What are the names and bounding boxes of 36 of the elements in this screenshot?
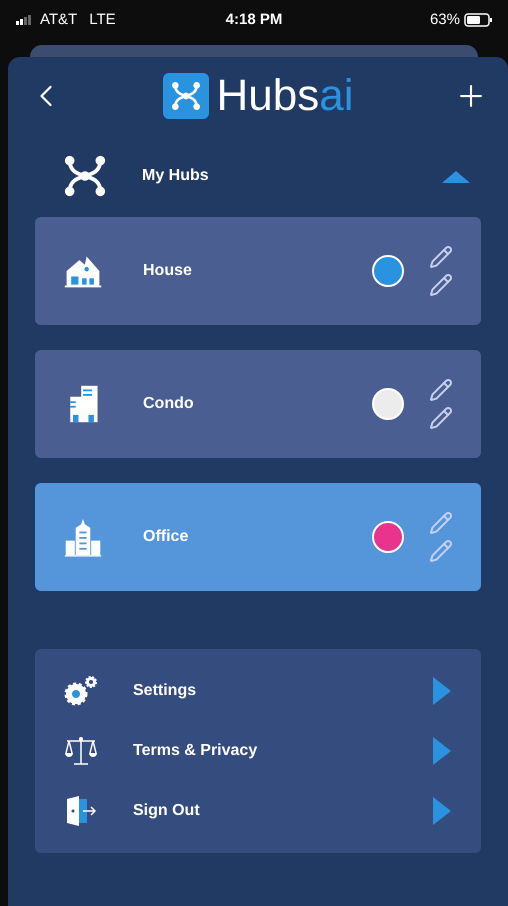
hub-card[interactable]: Condo	[35, 350, 481, 458]
pencil-icon	[429, 273, 453, 297]
clock-time: 4:18 PM	[226, 10, 282, 30]
menu-item[interactable]: Sign Out	[35, 781, 481, 841]
battery-percent: 63%	[430, 10, 460, 30]
collapse-toggle[interactable]	[442, 168, 470, 184]
hub-name: Condo	[143, 394, 195, 414]
menu-item[interactable]: Terms & Privacy	[35, 721, 481, 781]
logo-wordmark: Hubsai	[216, 74, 354, 118]
edit-button[interactable]	[429, 406, 453, 430]
scales-icon	[63, 735, 99, 767]
hub-name: Office	[143, 527, 190, 547]
hub-nodes-drawing	[170, 81, 202, 111]
edit-button[interactable]	[429, 273, 453, 297]
pencil-icon	[429, 245, 453, 269]
section-title: My Hubs	[142, 166, 210, 186]
edit-button[interactable]	[429, 378, 453, 402]
pencil-icon	[429, 511, 453, 535]
arrow-right-icon	[433, 677, 451, 705]
carrier-label: AT&T	[40, 10, 78, 30]
edit-button[interactable]	[429, 245, 453, 269]
battery-icon	[464, 13, 492, 27]
hub-name: House	[143, 261, 193, 281]
office-building-icon	[63, 517, 103, 557]
hub-card[interactable]: House	[35, 217, 481, 325]
pencil-icon	[429, 378, 453, 402]
arrow-right-icon	[433, 737, 451, 765]
pencil-icon	[429, 406, 453, 430]
pencil-icon	[429, 539, 453, 563]
network-label: LTE	[89, 10, 116, 30]
caret-up-icon	[442, 169, 470, 183]
arrow-right-icon	[433, 797, 451, 825]
menu-item[interactable]: Settings	[35, 661, 481, 721]
hubs-icon	[62, 154, 108, 198]
signal-icon	[16, 15, 32, 25]
gears-icon	[63, 675, 99, 707]
